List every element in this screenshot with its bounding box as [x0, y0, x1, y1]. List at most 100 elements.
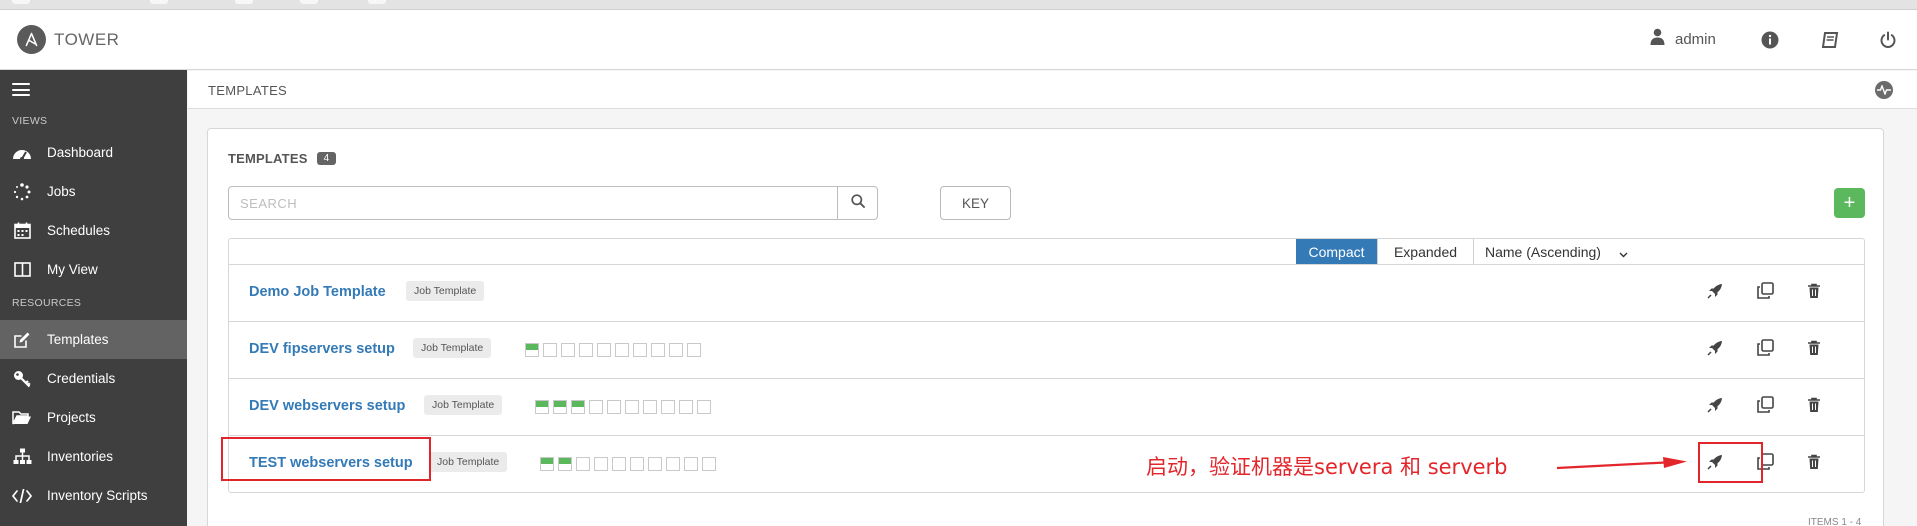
sidebar-item-label: Credentials	[47, 371, 116, 386]
browser-tab[interactable]	[235, 0, 253, 4]
sidebar-item-inventory-scripts[interactable]: Inventory Scripts	[0, 476, 187, 515]
job-status-success[interactable]	[540, 457, 554, 471]
job-status-empty[interactable]	[697, 400, 711, 414]
job-status-empty[interactable]	[648, 457, 662, 471]
job-status-empty[interactable]	[661, 400, 675, 414]
expanded-view-button[interactable]: Expanded	[1377, 239, 1473, 264]
job-status-empty[interactable]	[684, 457, 698, 471]
copy-icon	[1756, 282, 1774, 304]
job-status-empty[interactable]	[576, 457, 590, 471]
job-status-success[interactable]	[558, 457, 572, 471]
job-status-empty[interactable]	[702, 457, 716, 471]
documentation-book-icon[interactable]	[1819, 29, 1841, 51]
job-status-empty[interactable]	[633, 343, 647, 357]
job-status-empty[interactable]	[589, 400, 603, 414]
job-status-empty[interactable]	[643, 400, 657, 414]
sidebar-item-jobs[interactable]: Jobs	[0, 172, 187, 211]
job-status-empty[interactable]	[612, 457, 626, 471]
panel-title-text: TEMPLATES	[228, 151, 308, 166]
delete-button[interactable]	[1803, 453, 1825, 475]
browser-tab[interactable]	[300, 0, 318, 4]
sidebar-item-schedules[interactable]: Schedules	[0, 211, 187, 250]
ansible-logo-icon	[17, 25, 46, 54]
browser-tab[interactable]	[368, 0, 386, 4]
copy-button[interactable]	[1754, 282, 1776, 304]
recent-jobs-bar	[535, 400, 715, 414]
panel-title: TEMPLATES 4	[228, 151, 337, 166]
copy-button[interactable]	[1754, 339, 1776, 361]
search-icon	[850, 193, 865, 213]
job-status-empty[interactable]	[669, 343, 683, 357]
sidebar-item-dashboard[interactable]: Dashboard	[0, 133, 187, 172]
job-status-empty[interactable]	[594, 457, 608, 471]
delete-button[interactable]	[1803, 282, 1825, 304]
search-box	[228, 186, 878, 220]
template-name-link[interactable]: DEV webservers setup	[249, 398, 405, 414]
sort-dropdown[interactable]: Name (Ascending)	[1473, 239, 1638, 264]
launch-button[interactable]	[1704, 396, 1726, 418]
folder-icon	[11, 407, 33, 429]
job-status-empty[interactable]	[687, 343, 701, 357]
trash-delete-icon	[1807, 340, 1821, 361]
search-input[interactable]	[229, 187, 837, 219]
template-name-link[interactable]: Demo Job Template	[249, 284, 386, 300]
tower-logo[interactable]: TOWER	[17, 25, 119, 54]
sidebar-item-label: Projects	[47, 410, 96, 425]
annotation-text: 启动，验证机器是servera 和 serverb	[1146, 455, 1508, 479]
recent-jobs-bar	[525, 343, 705, 357]
sidebar-section-resources: RESOURCES	[12, 297, 82, 309]
sidebar-item-label: Schedules	[47, 223, 111, 238]
annotation-highlight-launch	[1698, 442, 1763, 483]
job-status-empty[interactable]	[679, 400, 693, 414]
job-status-empty[interactable]	[625, 400, 639, 414]
job-status-empty[interactable]	[543, 343, 557, 357]
delete-button[interactable]	[1803, 339, 1825, 361]
job-status-success[interactable]	[525, 343, 539, 357]
job-status-success[interactable]	[571, 400, 585, 414]
top-navbar: TOWER admin	[0, 10, 1917, 70]
job-status-empty[interactable]	[597, 343, 611, 357]
power-logout-icon[interactable]	[1877, 29, 1899, 51]
delete-button[interactable]	[1803, 396, 1825, 418]
key-button[interactable]: KEY	[940, 186, 1011, 220]
job-status-empty[interactable]	[630, 457, 644, 471]
user-name: admin	[1675, 30, 1716, 48]
job-status-success[interactable]	[553, 400, 567, 414]
browser-tab[interactable]	[12, 0, 30, 4]
launch-button[interactable]	[1704, 282, 1726, 304]
job-status-empty[interactable]	[651, 343, 665, 357]
job-status-empty[interactable]	[579, 343, 593, 357]
add-template-button[interactable]: +	[1834, 188, 1865, 218]
sort-label: Name (Ascending)	[1485, 243, 1601, 260]
breadcrumb: TEMPLATES	[208, 83, 288, 98]
job-status-empty[interactable]	[615, 343, 629, 357]
jobs-spinner-icon	[11, 181, 33, 203]
compact-view-button[interactable]: Compact	[1296, 239, 1377, 264]
user-menu[interactable]: admin	[1650, 28, 1716, 50]
job-status-empty[interactable]	[561, 343, 575, 357]
dashboard-icon	[11, 142, 33, 164]
rocket-launch-icon	[1707, 397, 1723, 418]
info-icon[interactable]	[1759, 29, 1781, 51]
copy-button[interactable]	[1754, 396, 1776, 418]
sidebar-item-inventories[interactable]: Inventories	[0, 437, 187, 476]
job-status-empty[interactable]	[607, 400, 621, 414]
sidebar-item-credentials[interactable]: Credentials	[0, 359, 187, 398]
launch-button[interactable]	[1704, 339, 1726, 361]
browser-tab[interactable]	[150, 0, 168, 4]
chevron-down-icon	[1619, 246, 1628, 258]
template-name-link[interactable]: DEV fipservers setup	[249, 341, 395, 357]
search-button[interactable]	[837, 187, 877, 219]
sidebar-item-projects[interactable]: Projects	[0, 398, 187, 437]
job-status-empty[interactable]	[666, 457, 680, 471]
sidebar-item-my-view[interactable]: My View	[0, 250, 187, 289]
key-icon	[11, 368, 33, 390]
rocket-launch-icon	[1707, 340, 1723, 361]
hamburger-menu-icon[interactable]	[12, 83, 30, 97]
sidebar-item-templates[interactable]: Templates	[0, 320, 187, 359]
job-status-success[interactable]	[535, 400, 549, 414]
annotation-arrow-icon	[1556, 457, 1687, 470]
code-icon	[11, 485, 33, 507]
sidebar-item-label: Inventory Scripts	[47, 488, 148, 503]
activity-stream-icon[interactable]	[1875, 81, 1893, 99]
